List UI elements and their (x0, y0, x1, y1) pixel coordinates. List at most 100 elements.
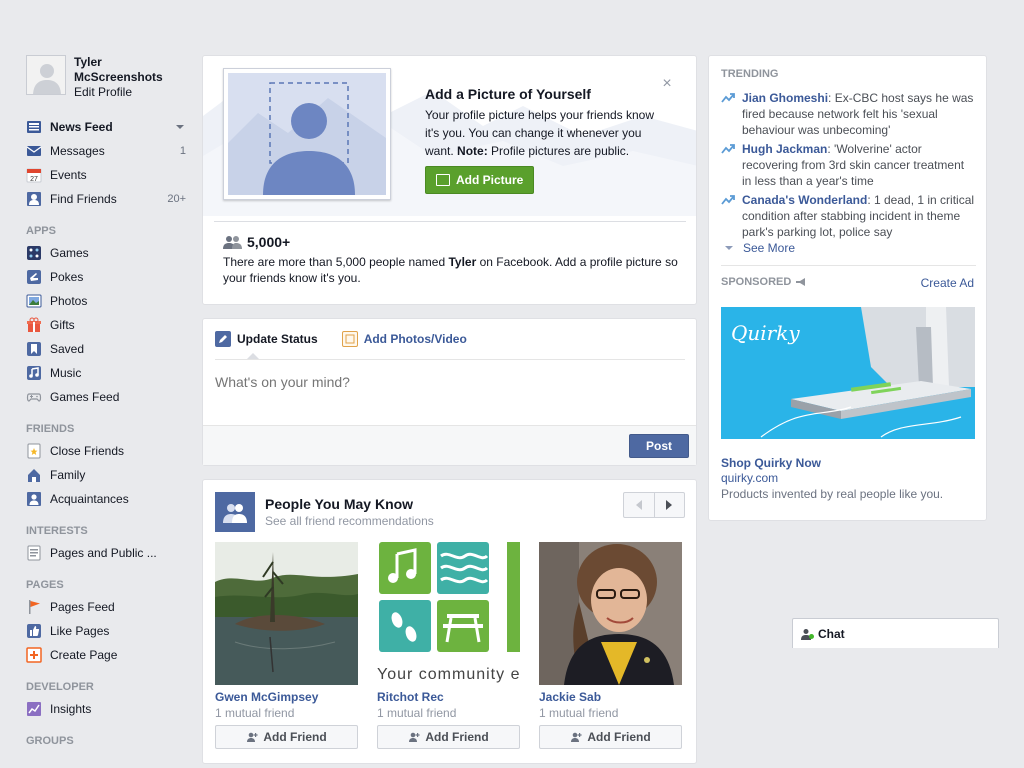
games-icon (26, 245, 42, 261)
online-status-icon (809, 633, 814, 639)
status-input[interactable] (215, 365, 685, 399)
person-photo[interactable] (539, 542, 682, 685)
person-card: Jackie Sab 1 mutual friend Add Friend (539, 542, 682, 749)
note-label: Note: (457, 144, 488, 158)
nav-item-games[interactable]: Games (26, 241, 186, 265)
nav-item-find-friends[interactable]: Find Friends 20+ (26, 187, 186, 211)
apps-nav: Games Pokes Photos Gifts Saved Music Gam… (26, 241, 186, 409)
trending-topic[interactable]: Hugh Jackman (742, 142, 827, 156)
see-more-link[interactable]: See More (725, 241, 795, 255)
profile-picture-placeholder[interactable] (223, 68, 391, 200)
trending-item[interactable]: Canada's Wonderland: 1 dead, 1 in critic… (721, 192, 976, 240)
messages-icon (26, 143, 42, 159)
post-button[interactable]: Post (629, 434, 689, 458)
trending-item[interactable]: Hugh Jackman: 'Wolverine' actor recoveri… (721, 141, 976, 189)
add-picture-description: Your profile picture helps your friends … (425, 106, 670, 160)
see-all-recommendations-link[interactable]: See all friend recommendations (265, 514, 434, 528)
nav-section-interests[interactable]: INTERESTS (26, 521, 186, 541)
music-icon (26, 365, 42, 381)
composer-tabs: Update Status Add Photos/Video (215, 327, 491, 351)
add-picture-button[interactable]: Add Picture (425, 166, 534, 194)
avatar[interactable] (26, 55, 66, 95)
events-icon: 27 (26, 167, 42, 183)
nav-item-family[interactable]: Family (26, 463, 186, 487)
create-ad-link[interactable]: Create Ad (921, 276, 974, 290)
nav-item-like-pages[interactable]: Like Pages (26, 619, 186, 643)
person-photo[interactable]: Your community e (377, 542, 520, 685)
profile-name[interactable]: Tyler McScreenshots (74, 55, 174, 85)
sponsored-label: SPONSORED (721, 276, 792, 288)
nav-section-apps[interactable]: APPS (26, 221, 186, 241)
nav-item-music[interactable]: Music (26, 361, 186, 385)
trending-item[interactable]: Jian Ghomeshi: Ex-CBC host says he was f… (721, 90, 976, 138)
next-button[interactable] (653, 493, 685, 517)
person-name[interactable]: Jackie Sab (539, 690, 682, 704)
person-name[interactable]: Ritchot Rec (377, 690, 520, 704)
nav-item-label: Saved (50, 342, 85, 356)
nav-section-pages[interactable]: PAGES (26, 575, 186, 595)
trending-arrow-icon (721, 195, 735, 205)
nav-section-groups[interactable]: GROUPS (26, 731, 186, 751)
nav-item-pokes[interactable]: Pokes (26, 265, 186, 289)
edit-profile-link[interactable]: Edit Profile (74, 85, 174, 100)
nav-item-label: Gifts (50, 318, 75, 332)
tab-add-photos-video[interactable]: Add Photos/Video (341, 331, 467, 347)
trending-arrow-icon (721, 144, 735, 154)
add-picture-card: Add a Picture of Yourself Your profile p… (202, 55, 697, 305)
note-text: Profile pictures are public. (487, 144, 630, 158)
interests-nav: Pages and Public ... (26, 541, 186, 565)
add-friend-button[interactable]: Add Friend (539, 725, 682, 749)
mutual-friends[interactable]: 1 mutual friend (215, 706, 358, 720)
add-picture-button-label: Add Picture (456, 173, 524, 187)
nav-item-acquaintances[interactable]: Acquaintances (26, 487, 186, 511)
nav-item-gifts[interactable]: Gifts (26, 313, 186, 337)
nav-item-games-feed[interactable]: Games Feed (26, 385, 186, 409)
ad-image[interactable]: Quirky (721, 307, 975, 439)
status-composer: Update Status Add Photos/Video Post (202, 318, 697, 466)
nav-item-news-feed[interactable]: News Feed (26, 115, 186, 139)
people-icon (215, 492, 255, 532)
chevron-down-icon[interactable] (176, 125, 184, 129)
person-name[interactable]: Gwen McGimpsey (215, 690, 358, 704)
add-picture-title: Add a Picture of Yourself (425, 86, 591, 102)
add-friend-icon (247, 732, 258, 742)
name-count-description: There are more than 5,000 people named T… (223, 254, 683, 286)
add-friend-button[interactable]: Add Friend (377, 725, 520, 749)
tab-add-photos-label: Add Photos/Video (363, 332, 467, 346)
person-photo[interactable] (215, 542, 358, 685)
nav-item-pages-and-public[interactable]: Pages and Public ... (26, 541, 186, 565)
mutual-friends[interactable]: 1 mutual friend (377, 706, 520, 720)
nav-item-insights[interactable]: Insights (26, 697, 186, 721)
nav-item-events[interactable]: 27 Events (26, 163, 186, 187)
nav-item-photos[interactable]: Photos (26, 289, 186, 313)
ad-url[interactable]: quirky.com (721, 471, 778, 485)
tab-update-status-label: Update Status (237, 332, 318, 346)
trending-topic[interactable]: Canada's Wonderland (742, 193, 867, 207)
nav-item-close-friends[interactable]: Close Friends (26, 439, 186, 463)
previous-button[interactable] (624, 493, 654, 517)
trending-topic[interactable]: Jian Ghomeshi (742, 91, 828, 105)
add-friend-icon (571, 732, 582, 742)
ad-title[interactable]: Shop Quirky Now (721, 456, 821, 470)
nav-item-create-page[interactable]: Create Page (26, 643, 186, 667)
right-column: TRENDING Jian Ghomeshi: Ex-CBC host says… (708, 55, 987, 521)
tab-update-status[interactable]: Update Status (215, 331, 318, 347)
nav-item-messages[interactable]: Messages 1 (26, 139, 186, 163)
see-more-label: See More (743, 241, 796, 255)
chat-tab[interactable]: Chat (792, 618, 999, 648)
add-friend-label: Add Friend (425, 730, 489, 744)
nav-item-label: Pages Feed (50, 600, 115, 614)
chevron-right-icon (666, 500, 673, 510)
name-count-row: 5,000+ (223, 234, 290, 250)
megaphone-icon (796, 278, 806, 286)
nav-item-label: Like Pages (50, 624, 110, 638)
pymk-pager (623, 492, 685, 518)
nav-item-saved[interactable]: Saved (26, 337, 186, 361)
nav-section-developer[interactable]: DEVELOPER (26, 677, 186, 697)
add-friend-button[interactable]: Add Friend (215, 725, 358, 749)
lake-island-photo (215, 542, 358, 685)
mutual-friends[interactable]: 1 mutual friend (539, 706, 682, 720)
nav-item-pages-feed[interactable]: Pages Feed (26, 595, 186, 619)
nav-section-friends[interactable]: FRIENDS (26, 419, 186, 439)
close-icon[interactable]: × (661, 76, 673, 92)
